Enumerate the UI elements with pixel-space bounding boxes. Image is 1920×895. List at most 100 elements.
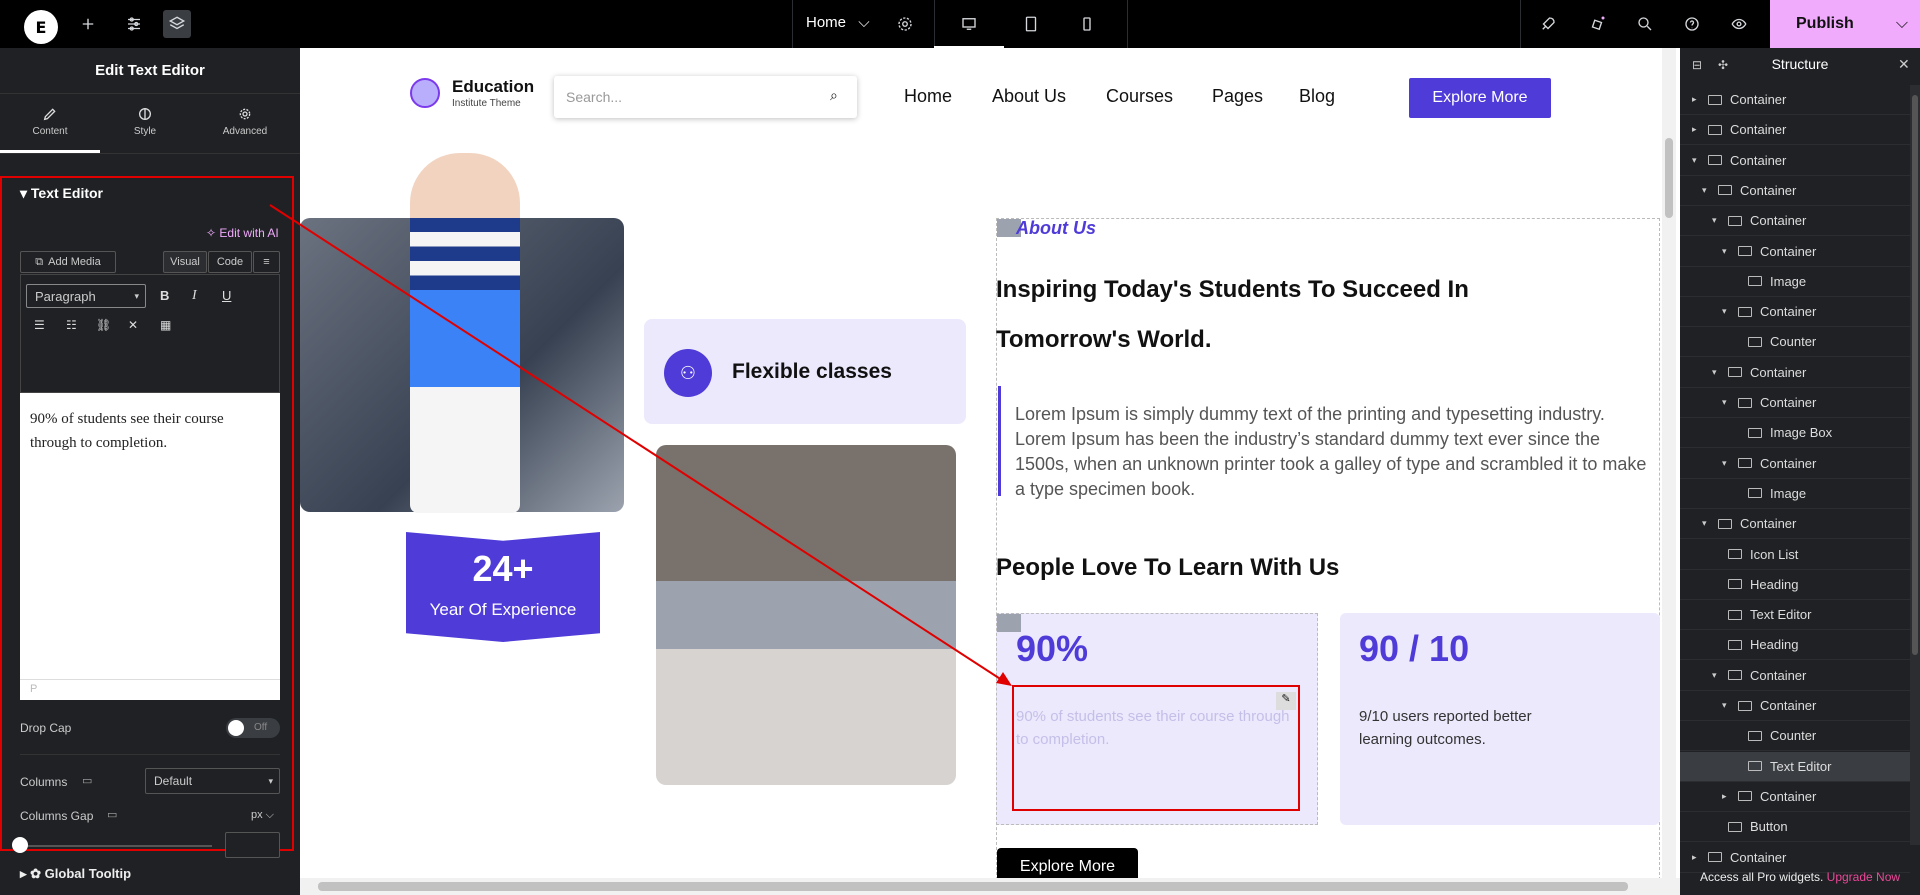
- structure-item[interactable]: ▾ Container: [1680, 661, 1910, 691]
- site-settings-icon[interactable]: [120, 10, 148, 38]
- structure-item[interactable]: ▾ Container: [1680, 388, 1910, 418]
- structure-item[interactable]: ▸ Container: [1680, 115, 1910, 146]
- visual-tab[interactable]: Visual: [163, 251, 207, 273]
- expand-arrow-icon[interactable]: ▾: [1702, 185, 1712, 196]
- gap-slider-handle[interactable]: [12, 837, 28, 853]
- gap-slider-track[interactable]: [20, 845, 212, 847]
- expand-arrow-icon[interactable]: ▾: [1722, 458, 1732, 469]
- tab-content[interactable]: Content: [0, 106, 100, 156]
- columns-select[interactable]: Default ▾: [145, 768, 280, 794]
- expand-arrow-icon[interactable]: ▾: [1722, 246, 1732, 257]
- structure-item[interactable]: Text Editor: [1680, 600, 1910, 631]
- add-media-button[interactable]: ⧉ Add Media: [20, 251, 116, 273]
- bottom-explore-button[interactable]: Explore More: [997, 848, 1138, 878]
- italic-icon[interactable]: I: [192, 288, 197, 304]
- vertical-scrollbar[interactable]: [1662, 48, 1676, 878]
- expand-arrow-icon[interactable]: ▾: [1712, 367, 1722, 378]
- preview-eye-icon[interactable]: [1725, 10, 1753, 38]
- search-icon[interactable]: ⌕: [830, 87, 838, 104]
- site-search[interactable]: Search... ⌕: [554, 76, 857, 118]
- toolbar-toggle-icon[interactable]: ▦: [160, 318, 171, 332]
- structure-item[interactable]: ▸ Container: [1680, 843, 1910, 873]
- close-icon[interactable]: ✕: [1898, 56, 1910, 73]
- desktop-icon[interactable]: ▭: [82, 774, 92, 787]
- structure-item[interactable]: ▾ Container: [1680, 297, 1910, 328]
- structure-item[interactable]: Image: [1680, 479, 1910, 509]
- structure-item[interactable]: ▾ Container: [1680, 206, 1910, 237]
- tree-scrollbar[interactable]: [1910, 85, 1920, 845]
- horizontal-scrollbar[interactable]: [300, 878, 1680, 895]
- structure-item[interactable]: Heading: [1680, 630, 1910, 661]
- desktop-view-tab[interactable]: [934, 0, 1004, 48]
- structure-item[interactable]: ▾ Container: [1680, 449, 1910, 479]
- bold-icon[interactable]: B: [160, 288, 169, 303]
- explore-more-button[interactable]: Explore More: [1409, 78, 1551, 118]
- upgrade-link[interactable]: Upgrade Now: [1827, 870, 1900, 884]
- add-element-icon[interactable]: [74, 10, 102, 38]
- database-icon[interactable]: ≡: [253, 251, 280, 273]
- structure-item[interactable]: Button: [1680, 812, 1910, 843]
- link-icon[interactable]: ⛓: [96, 318, 111, 332]
- page-settings-icon[interactable]: [891, 10, 919, 38]
- expand-arrow-icon[interactable]: ▾: [1722, 700, 1732, 711]
- scroll-thumb[interactable]: [1665, 138, 1673, 218]
- structure-item[interactable]: ▾ Container: [1680, 237, 1910, 267]
- tab-advanced[interactable]: Advanced: [195, 106, 295, 137]
- expand-arrow-icon[interactable]: ▾: [1702, 518, 1712, 529]
- chevron-down-icon[interactable]: ⌵: [1896, 15, 1908, 33]
- tablet-icon[interactable]: [1017, 10, 1045, 38]
- edit-pencil-icon[interactable]: ✎: [1276, 692, 1296, 710]
- scroll-thumb[interactable]: [318, 882, 1628, 891]
- expand-arrow-icon[interactable]: ▾: [1722, 306, 1732, 317]
- text-editor-area[interactable]: 90% of students see their course through…: [20, 393, 280, 700]
- nav-about[interactable]: About Us: [992, 86, 1066, 107]
- notifications-icon[interactable]: [1583, 10, 1611, 38]
- section-text-editor[interactable]: ▾ Text Editor: [20, 185, 103, 202]
- structure-item[interactable]: ▾ Container: [1680, 509, 1910, 540]
- expand-arrow-icon[interactable]: ▸: [1692, 852, 1702, 863]
- unit-select[interactable]: px ⌵: [251, 809, 274, 822]
- structure-item[interactable]: Text Editor: [1680, 751, 1910, 782]
- structure-item[interactable]: Image: [1680, 267, 1910, 297]
- scroll-thumb[interactable]: [1912, 95, 1918, 655]
- search-icon[interactable]: [1631, 10, 1659, 38]
- desktop-icon[interactable]: ▭: [107, 808, 117, 821]
- structure-item[interactable]: ▾ Container: [1680, 176, 1910, 206]
- expand-arrow-icon[interactable]: ▸: [1722, 791, 1732, 802]
- tab-style[interactable]: Style: [95, 106, 195, 137]
- structure-item[interactable]: Image Box: [1680, 418, 1910, 449]
- structure-item[interactable]: ▸ Container: [1680, 85, 1910, 115]
- rocket-icon[interactable]: [1534, 10, 1562, 38]
- page-select[interactable]: Home ⌵: [806, 14, 870, 31]
- bullet-list-icon[interactable]: ☰: [34, 318, 45, 332]
- help-icon[interactable]: [1678, 10, 1706, 38]
- drop-cap-toggle[interactable]: Off: [226, 718, 280, 738]
- expand-arrow-icon[interactable]: ▾: [1712, 670, 1722, 681]
- fullscreen-icon[interactable]: ✕: [128, 318, 138, 332]
- gap-input[interactable]: [225, 832, 280, 858]
- structure-item[interactable]: ▾ Container: [1680, 691, 1910, 721]
- expand-arrow-icon[interactable]: ▾: [1722, 397, 1732, 408]
- numbered-list-icon[interactable]: ☷: [66, 318, 77, 332]
- structure-item[interactable]: Counter: [1680, 327, 1910, 358]
- expand-arrow-icon[interactable]: ▸: [1692, 94, 1702, 105]
- structure-item[interactable]: Counter: [1680, 721, 1910, 752]
- code-tab[interactable]: Code: [208, 251, 252, 273]
- structure-item[interactable]: ▾ Container: [1680, 146, 1910, 176]
- underline-icon[interactable]: U: [222, 288, 231, 303]
- nav-home[interactable]: Home: [904, 86, 952, 107]
- elementor-logo[interactable]: E: [24, 10, 58, 44]
- nav-courses[interactable]: Courses: [1106, 86, 1173, 107]
- mobile-icon[interactable]: [1073, 10, 1101, 38]
- format-select[interactable]: Paragraph ▾: [26, 284, 146, 308]
- structure-item[interactable]: ▾ Container: [1680, 358, 1910, 388]
- expand-arrow-icon[interactable]: ▾: [1692, 155, 1702, 166]
- structure-layers-icon[interactable]: [163, 10, 191, 38]
- nav-blog[interactable]: Blog: [1299, 86, 1335, 107]
- expand-arrow-icon[interactable]: ▸: [1692, 124, 1702, 135]
- nav-pages[interactable]: Pages: [1212, 86, 1263, 107]
- structure-item[interactable]: Heading: [1680, 570, 1910, 600]
- structure-item[interactable]: ▸ Container: [1680, 782, 1910, 812]
- section-global-tooltip[interactable]: ▸ ✿ Global Tooltip: [20, 866, 131, 882]
- structure-item[interactable]: Icon List: [1680, 540, 1910, 570]
